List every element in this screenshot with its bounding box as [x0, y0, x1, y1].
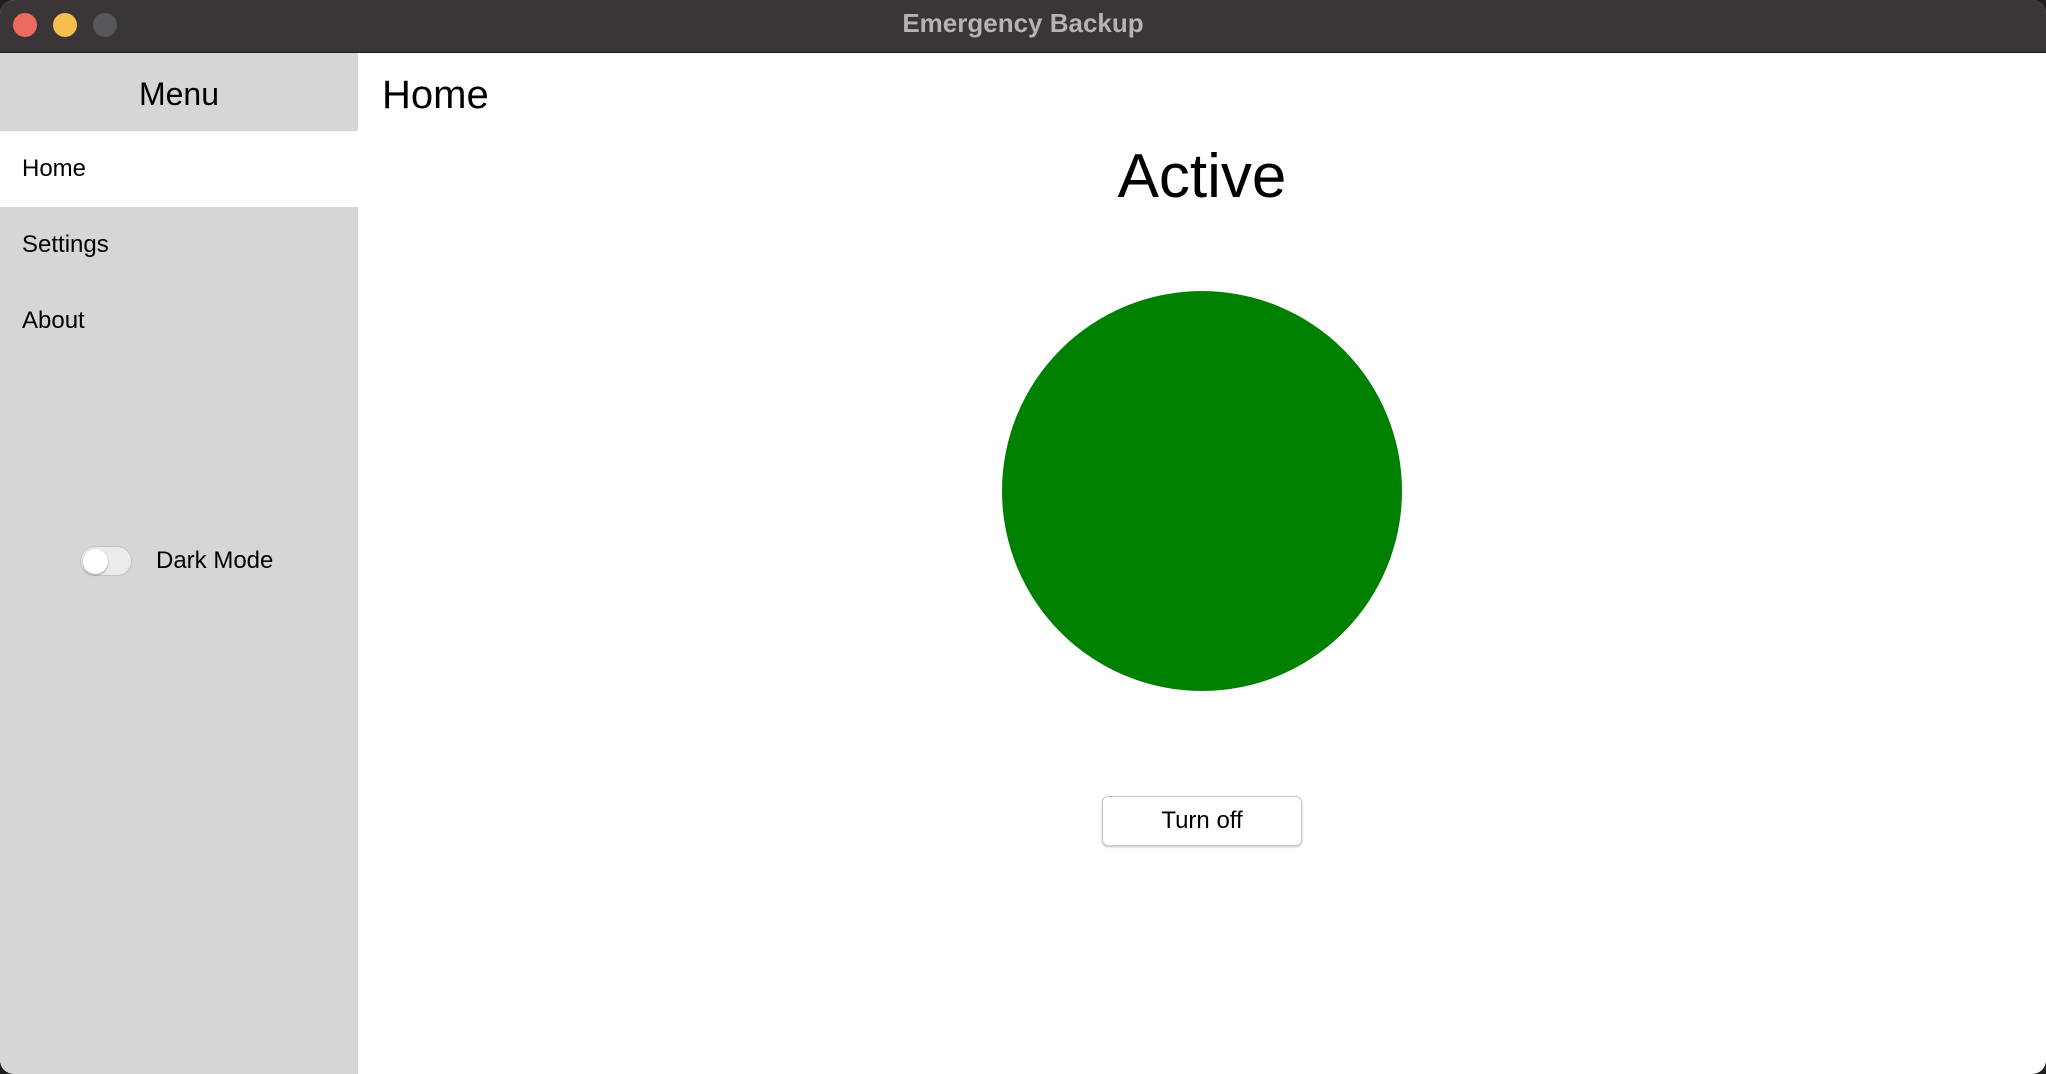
status-text: Active — [1117, 142, 1287, 211]
sidebar: Menu Home Settings About Dark Mode — [0, 53, 358, 1074]
dark-mode-row: Dark Mode — [80, 543, 273, 579]
status-indicator-circle — [1002, 291, 1402, 691]
sidebar-item-home[interactable]: Home — [0, 131, 358, 207]
window-title: Emergency Backup — [902, 8, 1144, 38]
sidebar-header: Menu — [138, 76, 220, 112]
sidebar-item-label: About — [22, 307, 85, 334]
sidebar-item-about[interactable]: About — [0, 283, 358, 359]
main-content: Home Active Turn off — [358, 53, 2046, 1074]
toggle-knob — [83, 549, 108, 574]
dark-mode-label: Dark Mode — [156, 547, 274, 574]
turn-off-button[interactable]: Turn off — [1102, 796, 1302, 846]
sidebar-item-settings[interactable]: Settings — [0, 207, 358, 283]
title-bar: Emergency Backup — [0, 0, 2046, 53]
sidebar-item-label: Settings — [22, 231, 109, 258]
app-window: Emergency Backup Menu Home Settings Abou… — [0, 0, 2046, 1074]
sidebar-item-label: Home — [22, 155, 87, 182]
dark-mode-toggle[interactable] — [80, 546, 132, 576]
page-title: Home — [382, 73, 489, 117]
